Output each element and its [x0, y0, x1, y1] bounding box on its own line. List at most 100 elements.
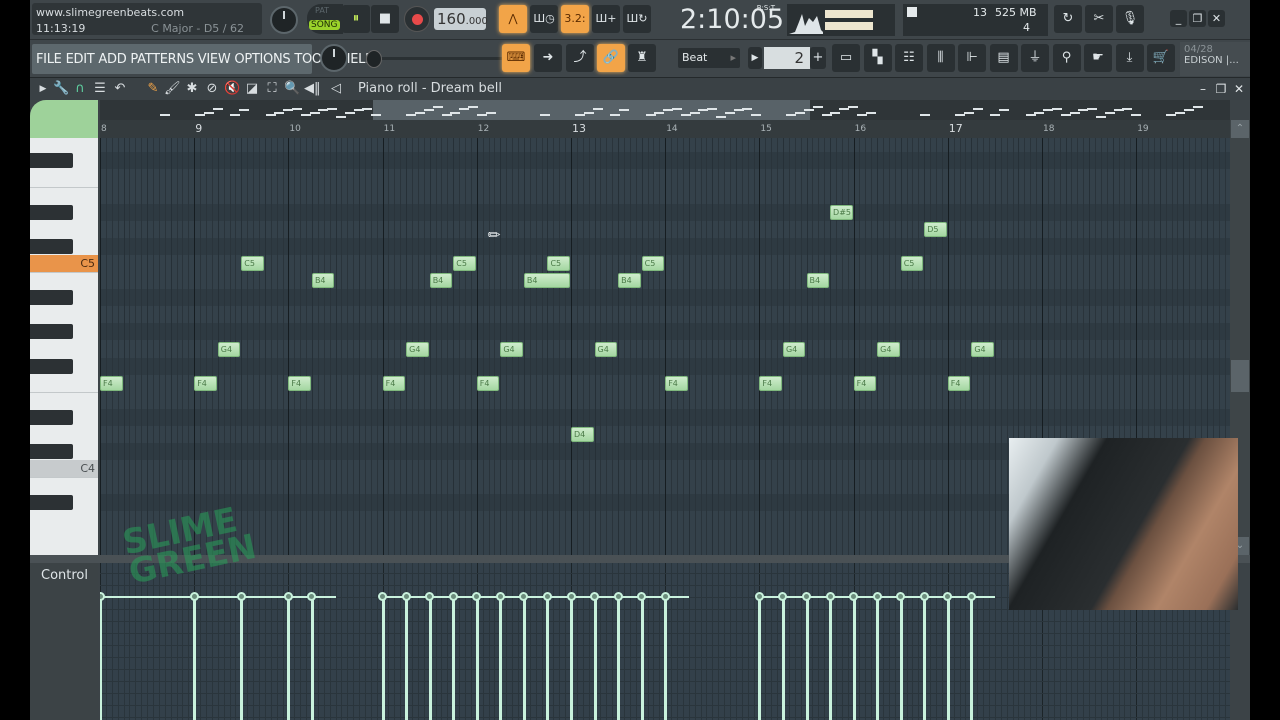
time-ruler[interactable]: 8 9 10 11 12 13 14 15 16 17 18 19: [100, 120, 1230, 138]
velocity-stem[interactable]: [970, 596, 974, 720]
velocity-stem[interactable]: [428, 596, 432, 720]
velocity-stem[interactable]: [664, 596, 668, 720]
velocity-handle[interactable]: [919, 592, 929, 602]
key-label-c5[interactable]: C5: [30, 255, 98, 272]
velocity-handle[interactable]: [943, 592, 953, 602]
pr-close-button[interactable]: ✕: [1231, 81, 1247, 97]
velocity-stem[interactable]: [923, 596, 927, 720]
delete-icon[interactable]: ⊘: [204, 81, 220, 97]
velocity-stem[interactable]: [546, 596, 550, 720]
typing-keyboard-button[interactable]: ⌨: [502, 44, 530, 72]
black-key[interactable]: [30, 153, 73, 169]
velocity-stem[interactable]: [640, 596, 644, 720]
note[interactable]: F4: [853, 375, 877, 391]
velocity-handle[interactable]: [495, 592, 505, 602]
velocity-stem[interactable]: [593, 596, 597, 720]
velocity-handle[interactable]: [872, 592, 882, 602]
wrench-icon[interactable]: 🔧: [53, 81, 69, 97]
snap-selector[interactable]: Beat ▸: [678, 48, 740, 68]
metronome-button[interactable]: ⋀: [499, 5, 527, 33]
select-icon[interactable]: ⛶: [264, 81, 280, 97]
minimize-button[interactable]: _: [1170, 10, 1187, 27]
add-pattern-button[interactable]: +: [810, 47, 826, 69]
note[interactable]: G4: [971, 341, 994, 357]
velocity-handle[interactable]: [896, 592, 906, 602]
menu-options[interactable]: OPTIONS: [234, 52, 290, 67]
velocity-handle[interactable]: [378, 592, 388, 602]
overview-selection[interactable]: [373, 100, 810, 120]
note[interactable]: C5: [547, 256, 570, 271]
velocity-handle[interactable]: [542, 592, 552, 602]
note[interactable]: B4: [311, 273, 335, 289]
pencil-icon[interactable]: ✎: [145, 81, 161, 97]
note[interactable]: G4: [217, 341, 241, 357]
velocity-stem[interactable]: [240, 596, 244, 720]
record-button[interactable]: [404, 6, 430, 32]
note[interactable]: G4: [500, 341, 523, 357]
note[interactable]: F4: [100, 375, 123, 391]
menu-edit[interactable]: EDIT: [66, 52, 95, 67]
plugin-picker-button[interactable]: ⏚: [1021, 44, 1049, 72]
magnet-icon[interactable]: ∩: [72, 81, 88, 97]
velocity-stem[interactable]: [570, 596, 573, 720]
black-key[interactable]: [30, 238, 73, 254]
menu-icon[interactable]: ☰: [92, 81, 108, 97]
pr-restore-button[interactable]: ❐: [1213, 81, 1229, 97]
velocity-stem[interactable]: [852, 596, 856, 720]
multilink-button[interactable]: ♜: [628, 44, 656, 72]
velocity-handle[interactable]: [613, 592, 623, 602]
velocity-handle[interactable]: [778, 592, 788, 602]
black-key[interactable]: [30, 290, 73, 306]
velocity-handle[interactable]: [825, 592, 835, 602]
black-key[interactable]: [30, 444, 73, 460]
note[interactable]: B4: [523, 273, 570, 289]
brush-plus-icon[interactable]: ✱: [184, 81, 200, 97]
black-key[interactable]: [30, 409, 73, 425]
playlist-button[interactable]: ▭: [832, 44, 860, 72]
record-audio-button[interactable]: 🎙: [1116, 5, 1144, 33]
velocity-stem[interactable]: [758, 596, 762, 720]
pattern-overview-scrollbar[interactable]: [100, 100, 1230, 120]
velocity-handle[interactable]: [802, 592, 811, 602]
note[interactable]: F4: [759, 375, 782, 391]
velocity-stem[interactable]: [310, 596, 314, 720]
smart-disable-button[interactable]: ☛: [1084, 44, 1112, 72]
options-arrow-icon[interactable]: ▶: [35, 81, 51, 97]
note[interactable]: C5: [900, 256, 924, 271]
velocity-handle[interactable]: [754, 592, 764, 602]
velocity-stem[interactable]: [405, 596, 409, 720]
velocity-handle[interactable]: [425, 592, 435, 602]
velocity-stem[interactable]: [617, 596, 621, 720]
wait-record-button[interactable]: Ш◷: [530, 5, 558, 33]
key-label-c4[interactable]: C4: [30, 460, 98, 478]
velocity-handle[interactable]: [637, 592, 647, 602]
menu-view[interactable]: VIEW: [198, 52, 231, 67]
note[interactable]: G4: [406, 341, 429, 357]
velocity-stem[interactable]: [876, 596, 880, 720]
undo-icon[interactable]: ↶: [112, 81, 128, 97]
scroll-thumb[interactable]: [1231, 360, 1249, 392]
velocity-stem[interactable]: [452, 596, 456, 720]
note[interactable]: G4: [877, 341, 900, 357]
note[interactable]: G4: [594, 341, 618, 357]
velocity-handle[interactable]: [236, 592, 246, 602]
note[interactable]: C5: [241, 256, 264, 271]
velocity-stem[interactable]: [100, 596, 102, 720]
note[interactable]: F4: [665, 375, 688, 391]
brush-icon[interactable]: 🖌: [164, 81, 181, 97]
velocity-stem[interactable]: [899, 596, 903, 720]
velocity-handle[interactable]: [660, 592, 670, 602]
mute-icon[interactable]: 🔇: [224, 81, 240, 97]
velocity-stem[interactable]: [829, 596, 833, 720]
shop-button[interactable]: 🛒: [1147, 44, 1175, 72]
note[interactable]: D4: [571, 427, 594, 442]
note[interactable]: G4: [782, 341, 806, 357]
black-key[interactable]: [30, 324, 73, 340]
playback-icon[interactable]: ◀‖: [304, 81, 321, 97]
note[interactable]: F4: [476, 375, 500, 391]
velocity-handle[interactable]: [283, 592, 293, 602]
play-pause-button[interactable]: ⏸: [342, 5, 370, 33]
note[interactable]: F4: [194, 375, 217, 391]
note[interactable]: F4: [382, 375, 406, 391]
step-seq-arrow-button[interactable]: ➜: [534, 44, 562, 72]
